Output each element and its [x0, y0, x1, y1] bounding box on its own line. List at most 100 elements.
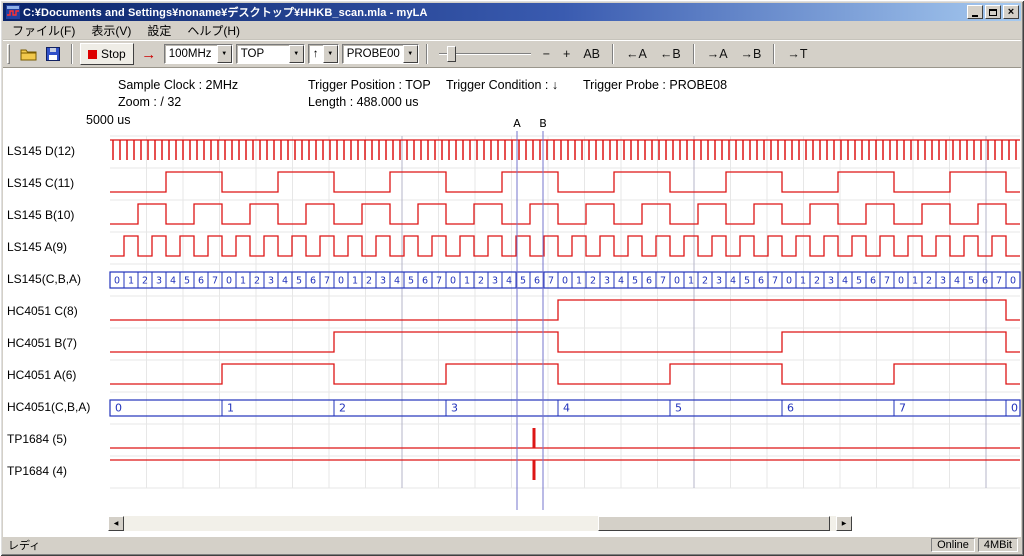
svg-text:7: 7 [324, 276, 330, 287]
svg-text:6: 6 [646, 276, 652, 287]
length-info: Length : 488.000 us [308, 95, 419, 109]
svg-text:7: 7 [772, 276, 778, 287]
svg-text:6: 6 [982, 276, 988, 287]
svg-text:4: 4 [170, 276, 176, 287]
svg-text:3: 3 [380, 276, 386, 287]
goto-a-left-button[interactable]: ←A [621, 44, 652, 64]
svg-text:7: 7 [996, 276, 1002, 287]
titlebar: C:¥Documents and Settings¥noname¥デスクトップ¥… [3, 3, 1021, 21]
svg-text:4: 4 [563, 402, 570, 415]
toolbar-grip[interactable] [7, 44, 10, 64]
svg-text:A: A [513, 117, 521, 130]
svg-text:3: 3 [604, 276, 610, 287]
trigger-position-value: TOP [237, 45, 289, 63]
zoom-slider[interactable] [439, 44, 531, 64]
svg-text:B: B [539, 117, 547, 130]
scroll-right-button[interactable]: ▶ [836, 516, 852, 531]
horizontal-scrollbar[interactable]: ◀ ▶ [108, 516, 852, 531]
dropdown-arrow-icon[interactable]: ▼ [323, 45, 338, 63]
scrollbar-thumb[interactable] [598, 516, 830, 531]
waveform-channel-square [110, 204, 1020, 224]
svg-text:7: 7 [548, 276, 554, 287]
dropdown-arrow-icon[interactable]: ▼ [289, 45, 304, 63]
trigger-probe-value: PROBE00 [343, 45, 403, 63]
dropdown-arrow-icon[interactable]: ▼ [403, 45, 418, 63]
cursor-a[interactable]: A [513, 117, 521, 510]
scrollbar-track[interactable] [124, 516, 836, 531]
svg-text:5: 5 [520, 276, 526, 287]
trigger-position-info: Trigger Position : TOP [308, 78, 431, 92]
svg-text:2: 2 [478, 276, 484, 287]
menu-help[interactable]: ヘルプ(H) [179, 20, 248, 41]
goto-a-right-button[interactable]: →A [702, 44, 733, 64]
stop-icon [88, 50, 97, 59]
svg-text:6: 6 [422, 276, 428, 287]
svg-text:1: 1 [464, 276, 470, 287]
svg-text:2: 2 [926, 276, 932, 287]
close-button[interactable]: × [1003, 5, 1019, 19]
cursor-b[interactable]: B [539, 117, 547, 510]
svg-text:4: 4 [618, 276, 624, 287]
svg-text:0: 0 [898, 276, 904, 287]
waveform-channel-bus: 0123456701234567012345670123456701234567… [110, 272, 1020, 288]
svg-text:6: 6 [758, 276, 764, 287]
dropdown-arrow-icon[interactable]: ▼ [217, 45, 232, 63]
zoom-slider-handle[interactable] [447, 46, 456, 62]
svg-text:4: 4 [282, 276, 288, 287]
waveform-display[interactable]: 0123456701234567012345670123456701234567… [0, 116, 1024, 516]
trigger-position-select[interactable]: TOP ▼ [236, 44, 305, 64]
svg-text:7: 7 [884, 276, 890, 287]
svg-text:0: 0 [786, 276, 792, 287]
minimize-button[interactable] [967, 5, 983, 19]
waveform-channel-bus: 012345670 [110, 400, 1020, 416]
goto-trigger-button[interactable]: →T [782, 44, 812, 64]
svg-text:0: 0 [674, 276, 680, 287]
trigger-edge-select[interactable]: ↑ ▼ [308, 44, 339, 64]
toolbar-separator [612, 44, 614, 64]
svg-text:2: 2 [590, 276, 596, 287]
svg-text:6: 6 [787, 402, 794, 415]
run-button[interactable]: → [137, 43, 161, 65]
zoom-out-button[interactable]: − [538, 44, 555, 64]
open-button[interactable] [17, 43, 39, 65]
svg-text:0: 0 [562, 276, 568, 287]
svg-text:4: 4 [506, 276, 512, 287]
save-button[interactable] [42, 43, 64, 65]
svg-text:5: 5 [675, 402, 682, 415]
toolbar-separator [693, 44, 695, 64]
svg-text:1: 1 [576, 276, 582, 287]
svg-text:1: 1 [227, 402, 234, 415]
svg-text:0: 0 [1011, 402, 1018, 415]
svg-text:0: 0 [115, 402, 122, 415]
trigger-condition-info: Trigger Condition : ↓ [446, 78, 558, 92]
svg-text:0: 0 [1010, 276, 1016, 287]
waveform-grid [110, 136, 1020, 488]
svg-text:7: 7 [899, 402, 906, 415]
svg-text:1: 1 [688, 276, 694, 287]
svg-text:0: 0 [338, 276, 344, 287]
svg-text:0: 0 [226, 276, 232, 287]
svg-text:2: 2 [142, 276, 148, 287]
menu-settings[interactable]: 設定 [139, 20, 179, 41]
menu-view[interactable]: 表示(V) [83, 20, 139, 41]
menu-file[interactable]: ファイル(F) [4, 20, 83, 41]
maximize-button[interactable] [985, 5, 1001, 19]
svg-text:4: 4 [842, 276, 848, 287]
stop-button[interactable]: Stop [80, 43, 134, 65]
svg-text:5: 5 [744, 276, 750, 287]
goto-b-left-button[interactable]: ←B [655, 44, 686, 64]
sample-clock-select[interactable]: 100MHz ▼ [164, 44, 233, 64]
floppy-icon [46, 47, 60, 61]
statusbar: レディ Online 4MBit [3, 536, 1021, 553]
toolbar-separator [71, 44, 73, 64]
waveform-channel-strobe [110, 140, 1020, 160]
scroll-left-button[interactable]: ◀ [108, 516, 124, 531]
zoom-in-button[interactable]: + [558, 44, 575, 64]
status-message: レディ [3, 537, 931, 553]
zoom-info: Zoom : / 32 [118, 95, 181, 109]
goto-b-right-button[interactable]: →B [736, 44, 767, 64]
svg-text:3: 3 [492, 276, 498, 287]
ab-button[interactable]: AB [578, 44, 605, 64]
svg-text:5: 5 [632, 276, 638, 287]
trigger-probe-select[interactable]: PROBE00 ▼ [342, 44, 419, 64]
